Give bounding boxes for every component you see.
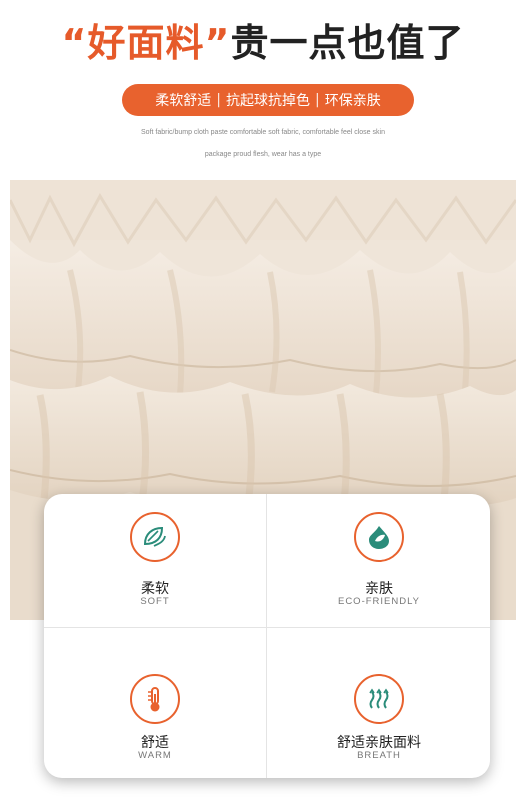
pill-separator: | — [315, 92, 320, 108]
water-drop-leaf-icon — [354, 512, 404, 562]
thermometer-icon — [130, 674, 180, 724]
subtitle-line-2: package proud flesh, wear has a type — [204, 151, 322, 158]
feature-label-cn: 舒适 — [141, 735, 169, 751]
feature-label-cn: 亲肤 — [365, 581, 393, 597]
leaf-icon — [130, 512, 180, 562]
feature-label-en: SOFT — [140, 596, 170, 607]
headline-accent: “好面料” — [61, 21, 231, 65]
feature-label-cn: 柔软 — [141, 581, 169, 597]
subtitle-line-1: Soft fabric/bump cloth paste comfortable… — [141, 129, 385, 136]
feature-soft: 柔软 SOFT — [44, 494, 266, 627]
feature-skin-friendly: 亲肤 ECO-FRIENDLY — [268, 494, 490, 627]
feature-breath: 舒适亲肤面料 BREATH — [268, 628, 490, 761]
feature-label-en: BREATH — [357, 750, 401, 761]
feature-label-en: WARM — [138, 750, 172, 761]
pill-item-antipilling: 抗起球抗掉色 — [226, 93, 310, 109]
feature-label-cn: 舒适亲肤面料 — [337, 735, 421, 751]
pill-item-eco: 环保亲肤 — [324, 93, 381, 109]
pill-separator: | — [216, 92, 221, 108]
breath-waves-icon — [354, 674, 404, 724]
features-card: 柔软 SOFT 亲肤 ECO-FRIENDLY 舒适 WARM 舒适亲肤面料 B… — [44, 494, 490, 778]
divider-vertical — [266, 494, 267, 778]
pill-item-soft: 柔软舒适 — [155, 93, 212, 109]
feature-warm: 舒适 WARM — [44, 628, 266, 761]
headline-rest: 贵一点也值了 — [230, 21, 465, 65]
feature-label-en: ECO-FRIENDLY — [337, 596, 421, 607]
headline: “好面料”贵一点也值了 — [0, 12, 526, 67]
feature-pill: 柔软舒适 | 抗起球抗掉色 | 环保亲肤 — [122, 84, 414, 116]
